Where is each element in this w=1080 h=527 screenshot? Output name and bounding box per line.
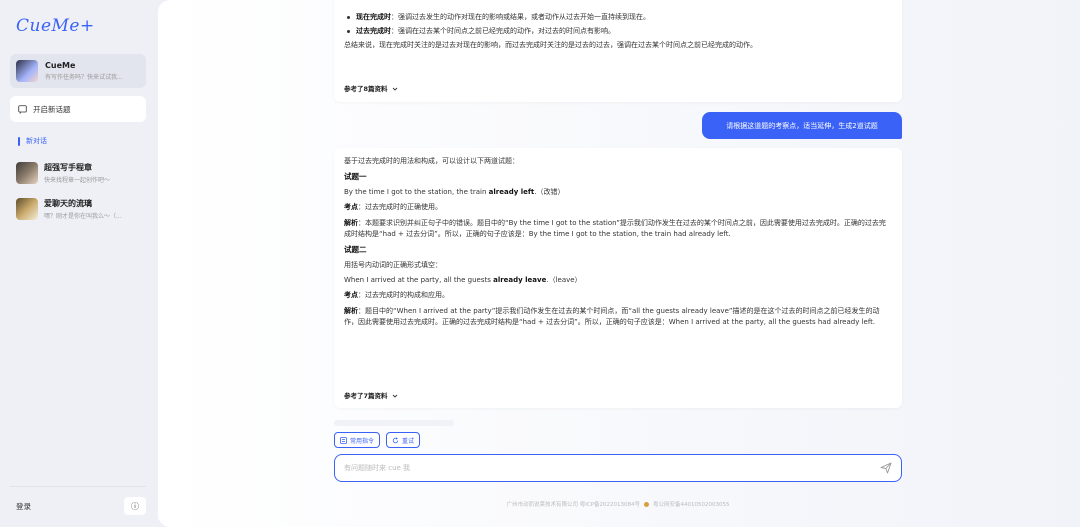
sidebar: CueMe+ CueMe 有写作任务吗？快来试试我... 开启新话题 新对话 超… bbox=[0, 0, 156, 527]
chat-plus-icon bbox=[18, 104, 27, 114]
info-button[interactable]: ⓘ bbox=[124, 497, 146, 515]
sidebar-item-new-chat[interactable]: 新对话 bbox=[10, 136, 146, 146]
common-commands-button[interactable]: 常用指令 bbox=[334, 432, 381, 448]
chat-area: 现在完成时：强调过去发生的动作对现在的影响或结果，或者动作从过去开始一直持续到现… bbox=[158, 0, 1080, 527]
list-item: 现在完成时：强调过去发生的动作对现在的影响或结果，或者动作从过去开始一直持续到现… bbox=[344, 12, 892, 23]
avatar bbox=[16, 198, 38, 220]
question-point: 考点：过去完成时的正确使用。 bbox=[344, 203, 442, 212]
avatar bbox=[16, 162, 38, 184]
police-text[interactable]: 粤公网安备44010502003055 bbox=[653, 500, 730, 508]
question-title: 试题一 bbox=[344, 172, 367, 182]
question-analysis: 解析：题目中的“When I arrived at the party”提示我们… bbox=[344, 306, 880, 326]
history-item-title: 超强写手程章 bbox=[44, 163, 92, 172]
assistant-message: 现在完成时：强调过去发生的动作对现在的影响或结果，或者动作从过去开始一直持续到现… bbox=[334, 0, 902, 102]
agent-avatar bbox=[16, 60, 38, 82]
question-analysis: 解析：本题要求识别并纠正句子中的错误。题目中的“By the time I go… bbox=[344, 218, 886, 238]
login-link[interactable]: 登录 bbox=[10, 501, 31, 512]
assistant-message: 基于过去完成时的用法和构成，可以设计以下两道试题： 试题一 By the tim… bbox=[334, 148, 902, 408]
agent-card-cueme[interactable]: CueMe 有写作任务吗？快来试试我... bbox=[10, 54, 146, 88]
question-text: By the time I got to the station, the tr… bbox=[344, 188, 565, 197]
intro-text: 基于过去完成时的用法和构成，可以设计以下两道试题： bbox=[344, 157, 519, 165]
references-toggle[interactable]: 参考了8篇资料 bbox=[344, 84, 398, 94]
list-item: 过去完成时：强调在过去某个时间点之前已经完成的动作，对过去的时间点有影响。 bbox=[344, 26, 892, 37]
chevron-down-icon bbox=[392, 87, 397, 91]
sidebar-footer: 登录 ⓘ bbox=[10, 486, 146, 515]
police-badge-icon bbox=[644, 501, 650, 507]
history-item-subtitle: 嘿？刚才是你在叫我么～（... bbox=[44, 213, 122, 220]
active-indicator bbox=[18, 136, 20, 146]
new-chat-label: 新对话 bbox=[26, 137, 47, 145]
history-item[interactable]: 爱聊天的流璃 嘿？刚才是你在叫我么～（... bbox=[10, 194, 146, 224]
refresh-icon bbox=[392, 436, 399, 443]
info-icon: ⓘ bbox=[131, 501, 139, 511]
user-message: 请根据这道题的考察点，适当延伸，生成2道试题 bbox=[702, 112, 902, 139]
question-text: When I arrived at the party, all the gue… bbox=[344, 276, 582, 285]
site-footer: 广州市动而说莱技术有限公司 粤ICP备2022013084号 粤公网安备4401… bbox=[334, 500, 902, 508]
app-logo[interactable]: CueMe+ bbox=[16, 16, 146, 36]
references-toggle[interactable]: 参考了7篇资料 bbox=[344, 391, 398, 401]
chat-input[interactable] bbox=[344, 464, 880, 472]
history-item-subtitle: 快来找程章一起创作吧～ bbox=[44, 177, 111, 184]
new-topic-button[interactable]: 开启新话题 bbox=[10, 96, 146, 122]
chevron-down-icon bbox=[392, 394, 397, 398]
new-topic-label: 开启新话题 bbox=[33, 104, 71, 114]
chat-input-box[interactable] bbox=[334, 454, 902, 482]
agent-title: CueMe bbox=[45, 61, 76, 70]
history-item-title: 爱聊天的流璃 bbox=[44, 199, 92, 208]
question-point: 考点：过去完成时的构成和应用。 bbox=[344, 291, 449, 300]
history-list: 超强写手程章 快来找程章一起创作吧～ 爱聊天的流璃 嘿？刚才是你在叫我么～（..… bbox=[10, 158, 146, 224]
send-icon[interactable] bbox=[880, 462, 892, 474]
history-item[interactable]: 超强写手程章 快来找程章一起创作吧～ bbox=[10, 158, 146, 188]
question-title: 试题二 bbox=[344, 244, 367, 254]
grid-icon bbox=[340, 436, 347, 444]
retry-button[interactable]: 重试 bbox=[386, 432, 421, 448]
icp-text[interactable]: 广州市动而说莱技术有限公司 粤ICP备2022013084号 bbox=[506, 500, 640, 508]
action-bar: 常用指令 重试 bbox=[334, 432, 421, 448]
agent-subtitle: 有写作任务吗？快来试试我... bbox=[45, 74, 123, 81]
faded-suggestion bbox=[334, 420, 454, 426]
question-instruction: 用括号内动词的正确形式填空： bbox=[344, 260, 442, 269]
summary-text: 总结来说，现在完成时关注的是过去对现在的影响，而过去完成时关注的是过去的过去，强… bbox=[344, 41, 757, 50]
